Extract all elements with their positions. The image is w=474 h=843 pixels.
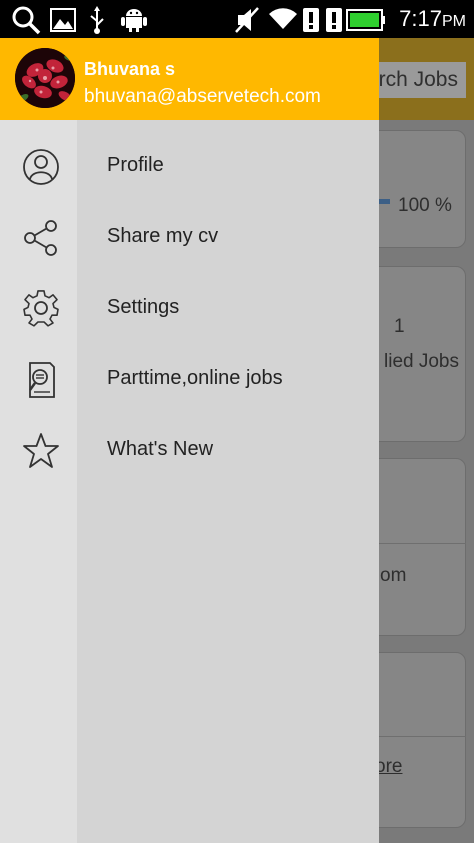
menu-item-parttime-jobs[interactable]: Parttime,online jobs	[0, 349, 379, 409]
background-applied-count: 1	[394, 316, 405, 337]
clock-time: 7:17	[399, 6, 442, 31]
battery-icon	[346, 9, 385, 31]
user-email: bhuvana@abservetech.com	[84, 86, 321, 107]
alert-icon	[326, 8, 342, 32]
wifi-icon	[269, 8, 297, 30]
background-applied-label: lied Jobs	[384, 351, 459, 372]
clock-ampm: PM	[442, 13, 466, 30]
drawer-header[interactable]: Bhuvana s bhuvana@abservetech.com	[0, 38, 379, 120]
menu-label: Profile	[107, 154, 164, 176]
menu-label: Settings	[107, 296, 180, 318]
background-card4-link: ore	[375, 756, 403, 777]
status-bar: 7:17PM	[0, 0, 474, 38]
menu-label: What's New	[107, 438, 214, 460]
navigation-drawer: Bhuvana s bhuvana@abservetech.com Profil…	[0, 38, 379, 843]
menu-label: Parttime,online jobs	[107, 367, 283, 389]
usb-icon	[90, 6, 104, 34]
menu-item-profile[interactable]: Profile	[0, 136, 379, 196]
share-icon	[24, 220, 57, 256]
star-icon	[23, 433, 59, 468]
mute-icon	[235, 7, 259, 33]
android-icon	[121, 9, 147, 32]
search-icon	[12, 6, 41, 35]
clock: 7:17PM	[399, 6, 466, 32]
menu-item-whats-new[interactable]: What's New	[0, 420, 379, 480]
user-name: Bhuvana s	[84, 59, 176, 79]
avatar-flower-image	[15, 48, 75, 108]
background-card3-text: om	[380, 565, 407, 586]
document-search-icon	[28, 362, 55, 398]
avatar[interactable]	[15, 48, 75, 108]
image-icon	[50, 8, 76, 32]
gear-icon	[23, 290, 59, 327]
menu-item-settings[interactable]: Settings	[0, 278, 379, 338]
alert-icon	[303, 8, 319, 32]
profile-icon	[23, 149, 59, 185]
menu-label: Share my cv	[107, 225, 219, 247]
menu-item-share-cv[interactable]: Share my cv	[0, 207, 379, 267]
background-progress-text: 100 %	[398, 195, 452, 216]
